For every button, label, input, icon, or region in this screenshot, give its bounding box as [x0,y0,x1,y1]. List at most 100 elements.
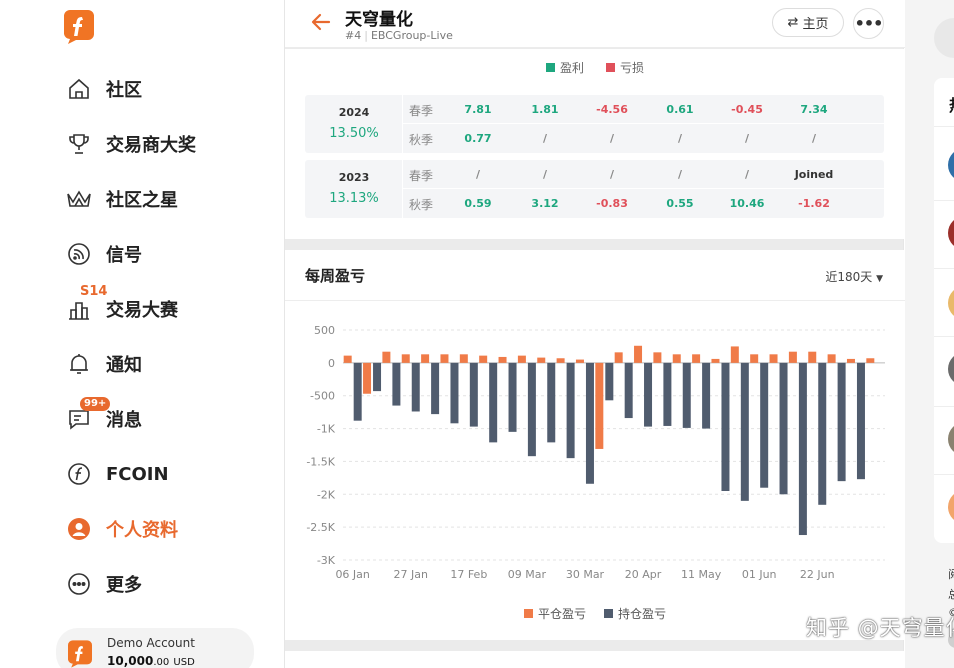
closed-pnl-bar [556,358,565,363]
closed-pnl-bar [440,354,449,363]
user-icon [66,516,92,542]
month-return-cell: / [475,168,481,181]
divider [934,126,954,127]
sidebar-item-profile[interactable]: 个人资料 [66,514,178,544]
sidebar-item-label: 社区 [106,80,142,101]
monthly-returns-card: 盈利 亏损 2024 13.50% 春季 7.81 1.81 -4.56 0.61 -0.45… [285,49,905,239]
x-tick-label: 09 Mar [508,568,547,581]
sidebar-item-broker-awards[interactable]: 交易商大奖 [66,129,196,159]
closed-pnl-bar [653,352,662,363]
home-icon [66,76,92,102]
y-tick-label: -500 [310,390,335,403]
sidebar-item-community[interactable]: 社区 [66,74,142,104]
season-label: 秋季 [409,198,434,212]
crown-icon [66,186,92,212]
closed-pnl-bar [382,351,391,363]
avatar[interactable] [948,352,954,386]
month-return-cell: 3.12 [531,197,559,210]
floating-pnl-bar [702,362,711,429]
bell-icon [66,351,92,377]
floating-pnl-bar [779,362,788,495]
month-return-cell: / [744,132,750,145]
year-block: 2023 13.13% 春季 / / / / / Joined 秋季 0.59 3.12 -0.83 0.… [305,160,884,218]
month-return-cell: -4.56 [596,103,628,116]
sidebar-item-signals[interactable]: 信号 [66,239,142,269]
sidebar-item-messages[interactable]: 99+ 消息 [66,397,142,434]
month-return-cell: 0.55 [666,197,694,210]
avatar[interactable] [948,148,954,182]
y-tick-label: 500 [314,324,335,337]
sidebar-item-label: 通知 [106,355,142,376]
account-name: Demo Account [107,636,195,650]
sidebar-item-community-stars[interactable]: 社区之星 [66,184,178,214]
sidebar-item-label: 社区之星 [106,190,178,211]
more-options-label: ••• [854,14,884,33]
page-header: 天穹量化 #4 | EBCGroup-Live ⇄ 主页 ••• [285,0,905,48]
year-summary: 2024 13.50% [305,95,403,153]
closed-pnl-bar [343,355,352,363]
search-input[interactable] [934,18,954,58]
season-row: 秋季 0.59 3.12 -0.83 0.55 10.46 -1.62 [403,189,884,218]
account-subtitle: #4 | EBCGroup-Live [345,29,453,42]
floating-pnl-bar [566,362,575,459]
avatar[interactable] [948,422,954,456]
page-title: 天穹量化 [345,10,413,30]
sidebar-item-fcoin[interactable]: FCOIN [66,459,169,489]
main-content: 天穹量化 #4 | EBCGroup-Live ⇄ 主页 ••• 盈利 亏损 202… [284,0,905,668]
floating-pnl-bar [489,362,498,443]
closed-pnl-bar [769,354,778,363]
year-total-return: 13.13% [329,191,379,206]
month-return-cell: -0.45 [731,103,763,116]
next-card [285,651,905,668]
month-return-cell: 0.77 [464,132,492,145]
year-label: 2024 [338,106,370,119]
floating-pnl-bar [740,362,749,501]
y-tick-label: -1.5K [306,455,335,468]
divider [934,200,954,201]
floating-pnl-bar [818,362,827,505]
floating-pnl-bar [353,362,362,421]
month-return-cell: 0.61 [666,103,694,116]
month-return-cell: / [609,168,615,181]
month-return-cell: / [677,132,683,145]
sidebar-item-more[interactable]: 更多 [66,569,142,599]
more-options-button[interactable]: ••• [853,8,884,39]
closed-pnl-bar [401,354,410,363]
floating-pnl-bar [760,362,769,488]
trending-heading: 热 [949,92,954,116]
floating-pnl-bar [373,362,382,392]
floating-pnl-bar [721,362,730,491]
floating-pnl-bar [605,362,614,401]
avatar[interactable] [948,216,954,250]
month-return-cell: / [744,168,750,181]
month-return-cell: / [542,132,548,145]
fxtm-logo-icon[interactable] [64,10,94,44]
sidebar-item-trading-contest[interactable]: S14 交易大赛 [66,284,178,324]
avatar[interactable] [948,490,954,524]
floating-pnl-bar [837,362,846,482]
sidebar-item-notifications[interactable]: 通知 [66,349,142,379]
avatar[interactable] [948,286,954,320]
closed-pnl-bar [459,354,468,363]
x-tick-label: 06 Jan [335,568,369,581]
year-label: 2023 [338,171,370,184]
season-row: 秋季 0.77 / / / / / [403,124,884,153]
home-button-label: 主页 [802,17,829,32]
y-tick-label: -1K [317,423,336,436]
closed-pnl-bar [692,354,701,363]
back-arrow-icon[interactable] [309,10,333,34]
range-dropdown[interactable]: 近180天 ▼ [825,268,883,285]
month-return-cell: 7.81 [464,103,492,116]
legend-closed-pnl: 平仓盈亏 [523,605,586,622]
home-button[interactable]: ⇄ 主页 [772,8,844,37]
y-tick-label: -2K [317,488,336,501]
month-return-cell: Joined [794,168,834,181]
x-tick-label: 17 Feb [450,568,487,581]
message-count-badge: 99+ [80,397,111,411]
month-return-cell: / [677,168,683,181]
account-switcher[interactable]: Demo Account 10,000.00 USD [56,628,254,668]
sidebar-item-label: 个人资料 [106,520,178,541]
closed-pnl-bar [711,358,720,363]
floating-pnl-bar [392,362,401,406]
month-return-cell: / [811,132,817,145]
